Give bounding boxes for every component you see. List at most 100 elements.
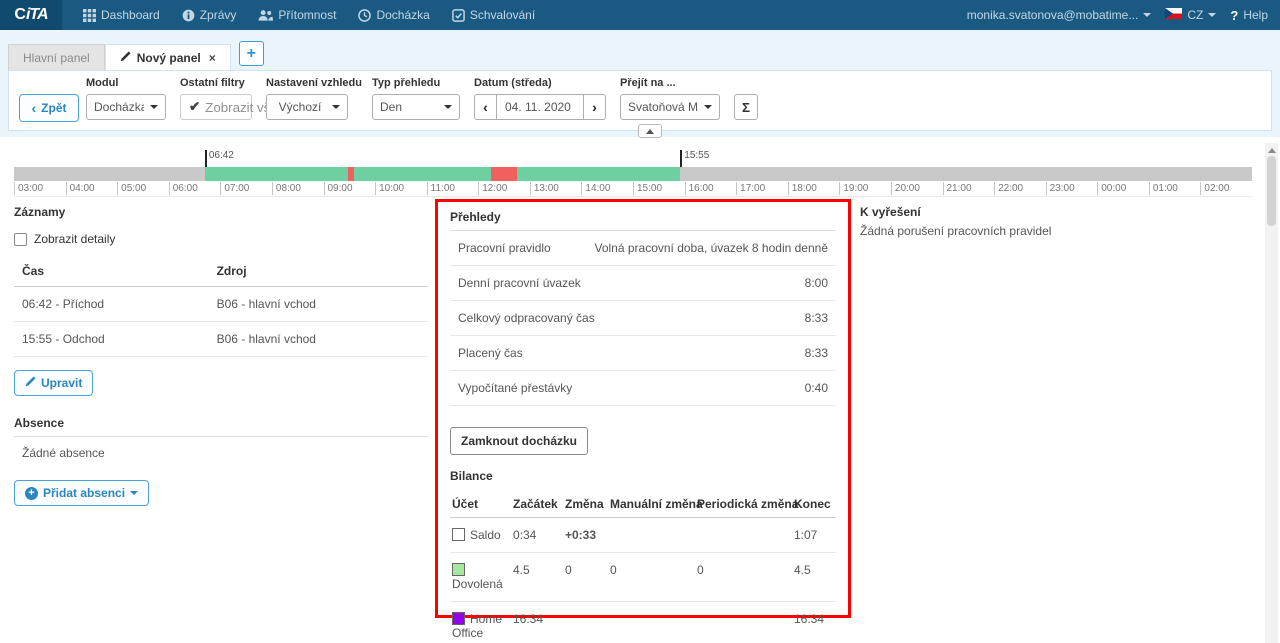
date-input[interactable]: 04. 11. 2020 [496, 94, 584, 120]
column-header: Konec [792, 491, 836, 518]
plus-circle-icon: + [25, 487, 38, 500]
hour-label: 09:00 [328, 183, 353, 194]
to-resolve-text: Žádná porušení pracovních pravidel [860, 224, 1220, 238]
balance-change: +0:33 [563, 518, 608, 553]
tab-label: Nový panel [137, 51, 201, 65]
show-all-filter-button[interactable]: ✔ Zobrazit vše [180, 94, 252, 120]
balance-end: 1:07 [792, 518, 836, 553]
balance-start: 4.5 [511, 553, 563, 602]
overview-label: Pracovní pravidlo [458, 241, 551, 255]
balance-manual [608, 602, 695, 643]
table-row[interactable]: 15:55 - Odchod B06 - hlavní vchod [14, 322, 428, 357]
chevron-down-icon [1143, 13, 1151, 17]
modul-select[interactable]: Docházka [86, 94, 166, 120]
nav-item-pritomnost[interactable]: Přítomnost [247, 0, 347, 30]
nav-label: Dashboard [101, 8, 160, 22]
break-segment [348, 167, 355, 181]
hour-label: 02:00 [1204, 183, 1229, 194]
nav-item-dochazka[interactable]: Docházka [347, 0, 440, 30]
vertical-scrollbar[interactable] [1265, 143, 1278, 643]
navbar-right: monika.svatonova@mobatime... CZ ? Help [967, 0, 1280, 30]
tab-novy-panel[interactable]: Nový panel × [105, 44, 231, 70]
nav-item-schvalovani[interactable]: Schvalování [441, 0, 546, 30]
nav-item-zpravy[interactable]: Zprávy [171, 0, 248, 30]
pencil-icon [120, 51, 131, 65]
help-link[interactable]: ? Help [1230, 8, 1268, 23]
hour-tick [478, 182, 479, 195]
chevron-down-icon [130, 491, 138, 495]
scroll-up-arrow-icon[interactable] [1268, 148, 1276, 153]
overview-label: Vypočítané přestávky [458, 381, 572, 395]
account-color-swatch [452, 612, 465, 625]
add-panel-button[interactable]: + [239, 41, 264, 66]
hour-label: 16:00 [689, 183, 714, 194]
field-label: Typ přehledu [372, 77, 460, 94]
nav-item-dashboard[interactable]: Dashboard [72, 0, 171, 30]
check-icon: ✔ [189, 99, 200, 115]
hour-label: 20:00 [895, 183, 920, 194]
balance-end: 16:34 [792, 602, 836, 643]
nav-label: Schvalování [470, 8, 535, 22]
overview-row: Pracovní pravidlo Volná pracovní doba, ú… [450, 231, 836, 266]
records-title: Záznamy [14, 205, 428, 219]
app-logo[interactable]: CiTA [0, 0, 62, 30]
add-absence-button[interactable]: + Přidat absenci [14, 480, 149, 506]
tab-hlavni-panel[interactable]: Hlavní panel [8, 44, 105, 70]
column-header: Periodická změna [695, 491, 792, 518]
hour-tick [891, 182, 892, 195]
top-navbar: CiTA Dashboard Zprávy Přítomnost Docházk… [0, 0, 1280, 30]
chevron-right-icon: › [592, 99, 597, 115]
hour-label: 06:00 [173, 183, 198, 194]
hour-tick [324, 182, 325, 195]
back-button[interactable]: ‹ Zpět [19, 94, 79, 122]
view-type-select[interactable]: Den [372, 94, 460, 120]
record-source: B06 - hlavní vchod [209, 322, 428, 357]
date-control: ‹ 04. 11. 2020 › [474, 94, 606, 120]
table-row[interactable]: 06:42 - Příchod B06 - hlavní vchod [14, 287, 428, 322]
hour-tick [1149, 182, 1150, 195]
prev-day-button[interactable]: ‹ [474, 94, 496, 120]
collapse-toolbar-button[interactable] [638, 124, 662, 138]
appearance-select[interactable]: Výchozí [266, 94, 348, 120]
next-day-button[interactable]: › [584, 94, 606, 120]
hour-tick [736, 182, 737, 195]
hour-tick [685, 182, 686, 195]
overview-row: Vypočítané přestávky 0:40 [450, 371, 836, 406]
overview-label: Denní pracovní úvazek [458, 276, 581, 290]
close-icon[interactable]: × [209, 51, 216, 65]
chevron-left-icon: ‹ [483, 99, 488, 115]
event-marker-label: 06:42 [209, 150, 234, 161]
toolbar-panel: ‹ Zpět Modul Docházka Ostatní filtry ✔ Z… [8, 70, 1272, 131]
hour-tick [994, 182, 995, 195]
hour-tick [581, 182, 582, 195]
overview-value: 0:40 [805, 381, 828, 395]
lock-attendance-button[interactable]: Zamknout docházku [450, 427, 588, 455]
scrollbar-thumb[interactable] [1267, 156, 1276, 226]
account-name: Dovolená [452, 577, 503, 591]
table-row: Saldo 0:34 +0:33 1:07 [450, 518, 836, 553]
to-resolve-title: K vyřešení [860, 205, 1220, 219]
sum-button[interactable]: Σ [734, 94, 758, 120]
hour-label: 05:00 [121, 183, 146, 194]
language-menu[interactable]: CZ [1165, 8, 1216, 22]
hour-label: 00:00 [1101, 183, 1126, 194]
record-source: B06 - hlavní vchod [209, 287, 428, 322]
person-select[interactable]: Svatoňová Mo... [620, 94, 720, 120]
overview-panel-highlighted: Přehledy Pracovní pravidlo Volná pracovn… [435, 199, 851, 618]
workspace-top: Hlavní panel Nový panel × + ‹ Zpět Modul… [0, 30, 1280, 137]
hour-tick [427, 182, 428, 195]
edit-button[interactable]: Upravit [14, 370, 93, 396]
show-details-toggle[interactable]: Zobrazit detaily [14, 232, 428, 246]
hour-label: 22:00 [998, 183, 1023, 194]
checkbox-icon[interactable] [14, 233, 27, 246]
account-color-swatch [452, 563, 465, 576]
user-menu[interactable]: monika.svatonova@mobatime... [967, 8, 1152, 22]
hour-tick [14, 182, 15, 195]
overview-value: Volná pracovní doba, úvazek 8 hodin denn… [594, 241, 828, 255]
selected-value: Den [380, 100, 438, 114]
work-segment [205, 167, 680, 181]
table-row: Home Office 16:34 16:34 [450, 602, 836, 643]
sigma-icon: Σ [742, 100, 750, 115]
date-value: 04. 11. 2020 [505, 100, 571, 114]
chevron-down-icon [1208, 13, 1216, 17]
